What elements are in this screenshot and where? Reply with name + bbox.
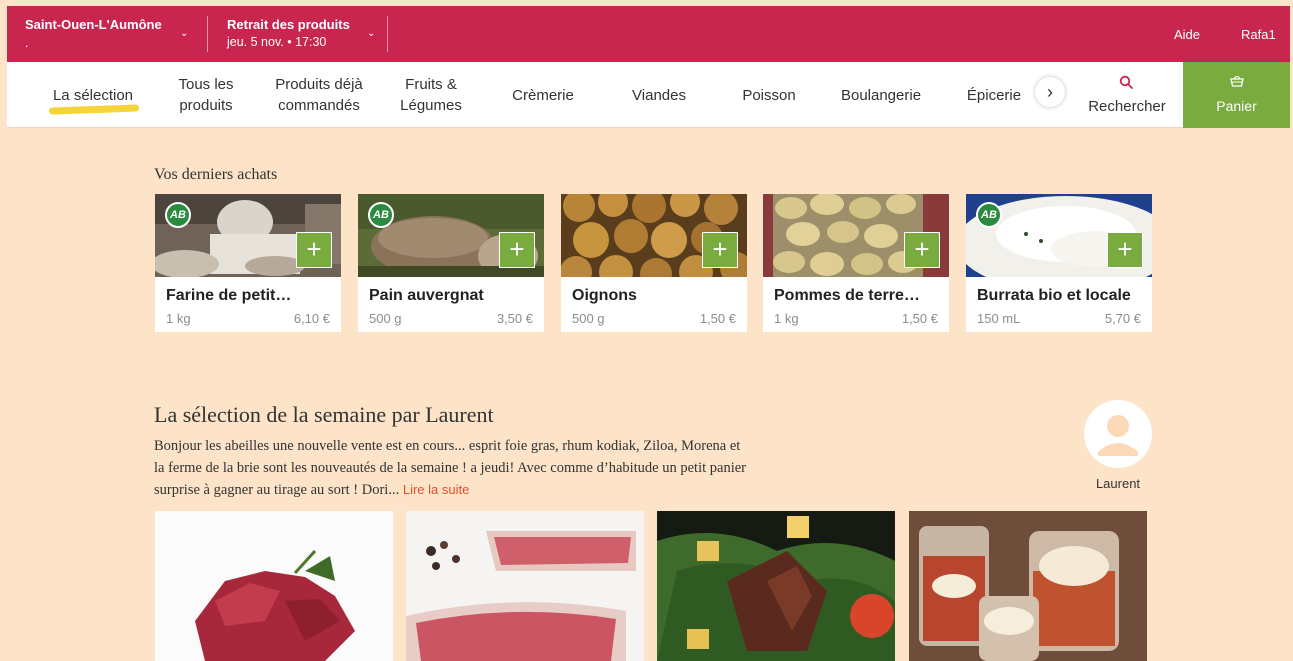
user-icon bbox=[1098, 415, 1138, 456]
organic-badge-icon: AB bbox=[976, 202, 1002, 228]
product-quantity: 150 mL bbox=[977, 311, 1021, 326]
top-bar: Saint-Ouen-L'Aumône . ⌄ Retrait des prod… bbox=[7, 6, 1290, 62]
chevron-down-icon[interactable]: ⌄ bbox=[180, 28, 188, 39]
product-card[interactable]: AB + Pain auvergnat 500 g 3,50 € bbox=[358, 194, 544, 332]
product-card[interactable]: + Pommes de terre… 1 kg 1,50 € bbox=[763, 194, 949, 332]
nav-item-fish[interactable]: Poisson bbox=[731, 62, 807, 128]
divider bbox=[387, 16, 388, 52]
cart-button[interactable]: Panier bbox=[1183, 62, 1290, 128]
avatar[interactable] bbox=[1084, 400, 1152, 468]
read-more-link[interactable]: Lire la suite bbox=[403, 482, 469, 497]
pickup-location[interactable]: Saint-Ouen-L'Aumône bbox=[25, 17, 162, 32]
product-photo[interactable] bbox=[406, 511, 644, 661]
product-name: Farine de petit… bbox=[166, 287, 292, 304]
nav-label: Boulangerie bbox=[840, 86, 922, 104]
nav-item-fruits-vegetables[interactable]: Fruits & Légumes bbox=[391, 62, 471, 128]
product-name: Pain auvergnat bbox=[369, 287, 484, 304]
nav-item-ordered[interactable]: Produits déjà commandés bbox=[263, 62, 375, 128]
product-price: 5,70 € bbox=[1104, 311, 1141, 326]
nav-label: Fruits & bbox=[405, 76, 457, 93]
product-card[interactable]: AB + Farine de petit… 1 kg 6,10 € bbox=[155, 194, 341, 332]
product-quantity: 1 kg bbox=[166, 311, 191, 326]
product-quantity: 1 kg bbox=[774, 311, 799, 326]
nav-item-meat[interactable]: Viandes bbox=[619, 62, 699, 128]
product-card[interactable]: + Oignons 500 g 1,50 € bbox=[561, 194, 747, 332]
selection-title: La sélection de la semaine par Laurent bbox=[154, 402, 494, 427]
product-quantity: 500 g bbox=[572, 311, 605, 326]
pickup-title[interactable]: Retrait des produits bbox=[227, 17, 350, 32]
nav-label: Tous les bbox=[178, 76, 234, 93]
organic-badge-icon: AB bbox=[368, 202, 394, 228]
add-to-cart-button[interactable]: + bbox=[1107, 232, 1143, 268]
nav-label: produits bbox=[179, 97, 233, 114]
nav-label: commandés bbox=[278, 97, 360, 114]
search-label: Rechercher bbox=[1088, 98, 1166, 115]
add-to-cart-button[interactable]: + bbox=[296, 232, 332, 268]
nav-label: La sélection bbox=[52, 86, 134, 104]
product-price: 3,50 € bbox=[496, 311, 533, 326]
pickup-date: jeu. 5 nov. • 17:30 bbox=[227, 35, 327, 49]
basket-icon bbox=[1230, 75, 1244, 87]
search-button[interactable]: Rechercher bbox=[1072, 62, 1182, 128]
product-card[interactable]: AB + Burrata bio et locale 150 mL 5,70 € bbox=[966, 194, 1152, 332]
nav-label: Viandes bbox=[632, 86, 686, 104]
product-price: 1,50 € bbox=[699, 311, 736, 326]
product-photo[interactable] bbox=[155, 511, 393, 661]
cart-label: Panier bbox=[1216, 98, 1257, 114]
product-price: 1,50 € bbox=[901, 311, 938, 326]
add-to-cart-button[interactable]: + bbox=[499, 232, 535, 268]
nav-label: Légumes bbox=[400, 97, 462, 114]
selection-description: Bonjour les abeilles une nouvelle vente … bbox=[154, 435, 754, 501]
divider bbox=[207, 16, 208, 52]
category-nav: La sélection Tous les produits Produits d… bbox=[7, 62, 1290, 128]
product-photo[interactable] bbox=[909, 511, 1147, 661]
nav-label: Poisson bbox=[742, 86, 796, 104]
product-name: Pommes de terre… bbox=[774, 287, 920, 304]
nav-label: Produits déjà bbox=[275, 76, 363, 93]
chevron-right-icon[interactable]: › bbox=[1035, 77, 1065, 107]
product-name: Burrata bio et locale bbox=[977, 287, 1131, 304]
nav-item-all-products[interactable]: Tous les produits bbox=[165, 62, 247, 128]
product-quantity: 500 g bbox=[369, 311, 402, 326]
help-link[interactable]: Aide bbox=[1174, 27, 1200, 42]
nav-item-dairy[interactable]: Crèmerie bbox=[497, 62, 589, 128]
author-name: Laurent bbox=[1095, 476, 1141, 491]
search-icon bbox=[1119, 75, 1133, 89]
pickup-location-sub: . bbox=[25, 36, 29, 50]
add-to-cart-button[interactable]: + bbox=[904, 232, 940, 268]
nav-item-bakery[interactable]: Boulangerie bbox=[833, 62, 929, 128]
recent-purchases-title: Vos derniers achats bbox=[154, 166, 278, 183]
organic-badge-icon: AB bbox=[165, 202, 191, 228]
user-menu[interactable]: Rafa1 bbox=[1241, 27, 1276, 42]
nav-item-grocery[interactable]: Épicerie bbox=[957, 62, 1031, 128]
nav-label: Épicerie bbox=[966, 86, 1022, 104]
product-photo[interactable] bbox=[657, 511, 895, 661]
nav-label: Crèmerie bbox=[512, 86, 574, 104]
product-price: 6,10 € bbox=[293, 311, 330, 326]
nav-item-selection[interactable]: La sélection bbox=[37, 62, 149, 128]
add-to-cart-button[interactable]: + bbox=[702, 232, 738, 268]
product-name: Oignons bbox=[572, 287, 637, 304]
chevron-down-icon[interactable]: ⌄ bbox=[367, 28, 375, 39]
